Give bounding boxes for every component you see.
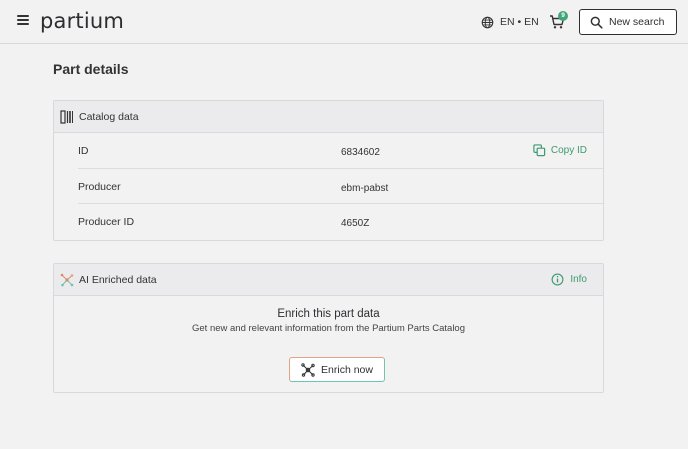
- catalog-row-producer-id: Producer ID 4650Z: [78, 204, 603, 240]
- row-label: Producer ID: [78, 216, 135, 228]
- ai-enriched-header: AI Enriched data Info: [54, 264, 603, 296]
- info-button[interactable]: Info: [551, 273, 587, 286]
- enrich-section: Enrich this part data Get new and releva…: [54, 296, 603, 392]
- cart-count-badge: 9: [558, 11, 568, 21]
- copy-icon: [533, 144, 546, 157]
- new-search-label: New search: [609, 16, 665, 28]
- row-label: Producer: [78, 180, 121, 193]
- ai-enriched-panel: AI Enriched data Info Enrich this part d…: [53, 263, 604, 393]
- partium-logo[interactable]: partium: [40, 8, 124, 34]
- barcode-icon: [60, 109, 73, 124]
- catalog-data-header: Catalog data: [54, 101, 603, 133]
- language-selector[interactable]: EN • EN: [481, 14, 539, 30]
- row-value: 4650Z: [341, 218, 370, 229]
- row-value: 6834602: [341, 147, 380, 158]
- ai-network-icon: [301, 362, 315, 377]
- catalog-data-title: Catalog data: [79, 110, 139, 123]
- catalog-data-panel: Catalog data ID 6834602 Copy ID Producer…: [53, 100, 604, 241]
- copy-id-button[interactable]: Copy ID: [533, 144, 587, 157]
- globe-icon: [481, 16, 494, 28]
- page-title: Part details: [53, 61, 129, 77]
- ai-network-icon: [60, 273, 74, 286]
- top-bar: partium EN • EN 9 New search: [0, 0, 688, 44]
- row-label: ID: [78, 145, 89, 157]
- enrich-now-button[interactable]: Enrich now: [289, 357, 385, 382]
- ai-enriched-title: AI Enriched data: [79, 273, 157, 286]
- catalog-row-id: ID 6834602 Copy ID: [78, 133, 603, 169]
- row-value: ebm-pabst: [341, 182, 389, 194]
- new-search-button[interactable]: New search: [579, 9, 677, 35]
- enrich-title: Enrich this part data: [277, 308, 380, 320]
- hamburger-menu-icon[interactable]: [17, 15, 29, 25]
- search-icon: [590, 16, 603, 29]
- info-icon: [551, 273, 564, 286]
- enrich-subtitle: Get new and relevant information from th…: [192, 323, 465, 334]
- catalog-row-producer: Producer ebm-pabst: [78, 169, 603, 204]
- enrich-now-label: Enrich now: [321, 363, 373, 376]
- copy-id-label: Copy ID: [550, 145, 587, 156]
- info-label: Info: [570, 274, 587, 285]
- language-label: EN • EN: [500, 16, 539, 28]
